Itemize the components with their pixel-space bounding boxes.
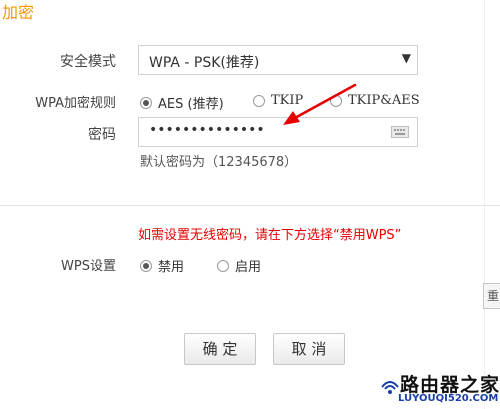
wps-option-enable[interactable]: 启用	[217, 256, 261, 275]
wps-option-label: 启用	[235, 260, 262, 275]
side-reset-button[interactable]: 重	[483, 283, 500, 309]
confirm-button[interactable]: 确 定	[184, 333, 256, 365]
watermark-url: LUYOUQI520.COM	[398, 393, 499, 404]
radio-unchecked-icon[interactable]	[217, 259, 229, 272]
wps-option-disable[interactable]: 禁用	[140, 256, 184, 275]
router-logo-icon	[381, 381, 399, 394]
wps-label: WPS设置	[61, 259, 116, 274]
section-divider	[0, 205, 500, 206]
wps-option-label: 禁用	[158, 260, 185, 275]
radio-checked-icon[interactable]	[140, 259, 152, 272]
wps-warning: 如需设置无线密码，请在下方选择“禁用WPS”	[138, 228, 402, 243]
cancel-button[interactable]: 取 消	[273, 333, 345, 365]
